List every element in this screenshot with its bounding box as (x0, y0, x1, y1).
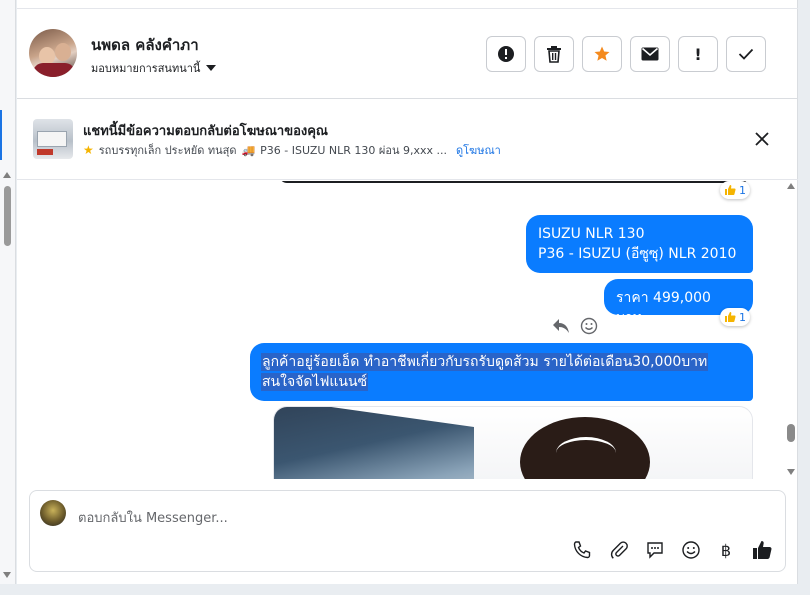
reaction-pill[interactable]: 1 (720, 181, 750, 199)
image-attachment[interactable] (273, 406, 753, 479)
mark-unread-button[interactable] (630, 36, 670, 72)
thumbs-up-icon (753, 541, 772, 559)
call-button[interactable] (571, 539, 593, 561)
ad-banner-description: ★ รถบรรทุกเล็ก ประหยัด ทนสุด 🚚 P36 - ISU… (83, 141, 501, 159)
selected-text: ลูกค้าอยู่ร้อยเอ็ด ทำอาชีพเกี่ยวกับรถรับ… (262, 354, 708, 370)
delete-button[interactable] (534, 36, 574, 72)
baht-icon: ฿ (720, 540, 732, 560)
reaction-count: 1 (739, 310, 746, 324)
message-line: ISUZU NLR 130 (538, 226, 645, 242)
view-ad-link[interactable]: ดูโฆษณา (456, 141, 501, 159)
scroll-up-arrow-icon[interactable] (787, 183, 795, 189)
scroll-down-arrow-icon[interactable] (787, 469, 795, 475)
trash-icon (547, 46, 561, 63)
reply-input[interactable]: ตอบกลับใน Messenger... (78, 507, 228, 528)
assign-label: มอบหมายการสนทนานี้ (91, 62, 201, 75)
left-scrollbar[interactable] (0, 0, 16, 595)
message-line: ลูกค้าอยู่ร้อยเอ็ด ทำอาชีพเกี่ยวกับรถรับ… (262, 352, 741, 372)
mark-done-button[interactable] (726, 36, 766, 72)
star-icon (594, 46, 610, 61)
reaction-pill[interactable]: 1 (720, 308, 750, 326)
message-thread[interactable]: 1 ISUZU NLR 130 P36 - ISUZU (อีซูซุ) NLR… (17, 181, 798, 479)
message-actions (552, 317, 598, 335)
like-send-button[interactable] (751, 539, 773, 561)
envelope-icon (641, 47, 659, 61)
star-emoji-icon: ★ (83, 143, 94, 157)
selected-text: สนใจจัดไฟแนนซ์ (262, 374, 368, 390)
attach-button[interactable] (608, 539, 630, 561)
scroll-down-arrow-icon[interactable] (3, 572, 11, 578)
reply-composer: ตอบกลับใน Messenger... ฿ (29, 490, 786, 572)
close-icon (755, 132, 769, 146)
mark-spam-button[interactable] (486, 36, 526, 72)
react-smiley-icon[interactable] (580, 317, 598, 335)
close-banner-button[interactable] (751, 128, 773, 150)
scroll-thumb[interactable] (4, 186, 11, 246)
exclamation-icon: ! (694, 44, 702, 64)
truck-emoji-icon: 🚚 (241, 143, 256, 157)
saved-replies-button[interactable] (644, 539, 666, 561)
check-icon (738, 48, 754, 60)
message-bubble[interactable]: ลูกค้าอยู่ร้อยเอ็ด ทำอาชีพเกี่ยวกับรถรับ… (250, 343, 753, 401)
message-line: สนใจจัดไฟแนนซ์ (262, 372, 741, 392)
alert-circle-icon (498, 46, 514, 62)
thumbs-up-emoji-icon (724, 184, 736, 196)
ad-thumbnail[interactable] (33, 119, 73, 159)
thumbs-up-emoji-icon (724, 311, 736, 323)
ad-context-banner: แชทนี้มีข้อความตอบกลับต่อโฆษณาของคุณ ★ ร… (17, 100, 798, 180)
chat-bubble-icon (647, 542, 663, 559)
scroll-up-arrow-icon[interactable] (3, 172, 11, 178)
scroll-thumb[interactable] (787, 424, 795, 442)
page-avatar (40, 500, 66, 526)
ad-detail-text: P36 - ISUZU NLR 130 ผ่อน 9,xxx ... (260, 144, 447, 157)
payment-button[interactable]: ฿ (715, 539, 737, 561)
active-indicator (0, 110, 2, 160)
phone-icon (573, 541, 591, 559)
follow-up-button[interactable] (582, 36, 622, 72)
caret-down-icon (206, 65, 217, 71)
assign-conversation-dropdown[interactable]: มอบหมายการสนทนานี้ (91, 59, 217, 77)
reply-icon[interactable] (552, 318, 570, 334)
emoji-button[interactable] (680, 539, 702, 561)
contact-avatar[interactable] (29, 29, 77, 77)
window-edge (0, 584, 810, 595)
mark-important-button[interactable]: ! (678, 36, 718, 72)
conversation-panel: นพดล คลังคำภา มอบหมายการสนทนานี้ ! แชทนี… (17, 0, 798, 584)
paperclip-icon (610, 541, 628, 559)
reaction-count: 1 (739, 183, 746, 197)
window-edge (798, 0, 810, 595)
previous-message-bubble (279, 181, 749, 183)
message-line: P36 - ISUZU (อีซูซุ) NLR 2010 (538, 246, 737, 262)
message-bubble[interactable]: ISUZU NLR 130 P36 - ISUZU (อีซูซุ) NLR 2… (526, 215, 753, 273)
ad-description-text: รถบรรทุกเล็ก ประหยัด ทนสุด (98, 144, 237, 157)
smiley-icon (682, 541, 700, 559)
contact-name[interactable]: นพดล คลังคำภา (91, 33, 199, 57)
ad-banner-title: แชทนี้มีข้อความตอบกลับต่อโฆษณาของคุณ (83, 124, 328, 139)
conversation-header: นพดล คลังคำภา มอบหมายการสนทนานี้ ! (17, 9, 798, 99)
